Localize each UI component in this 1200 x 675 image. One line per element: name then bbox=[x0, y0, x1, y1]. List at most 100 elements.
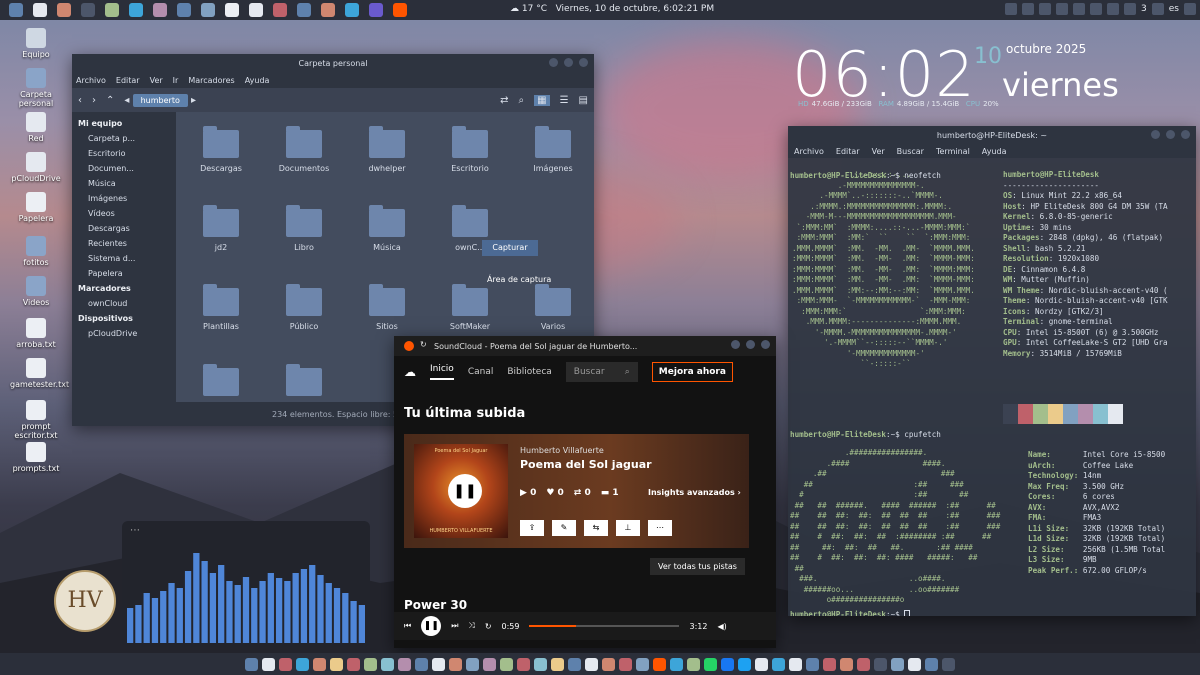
close-button[interactable] bbox=[1181, 130, 1190, 139]
taskbar-app-icon[interactable] bbox=[296, 657, 309, 671]
path-bar[interactable]: ◂ humberto ▸ bbox=[124, 93, 196, 107]
terminal-titlebar[interactable]: humberto@HP-EliteDesk: ~ bbox=[788, 126, 1196, 144]
tab-inicio[interactable]: Inicio bbox=[430, 364, 454, 380]
next-icon[interactable]: ⏭ bbox=[451, 621, 458, 631]
desktop-icon-equipo[interactable]: Equipo bbox=[10, 28, 62, 59]
taskbar-app-icon[interactable] bbox=[721, 657, 734, 671]
desktop-icon-fotitos[interactable]: fotitos bbox=[10, 236, 62, 267]
soundcloud-logo-icon[interactable]: ☁ bbox=[404, 365, 416, 379]
forward-icon[interactable]: › bbox=[92, 95, 96, 106]
desktop-icon-prompt-escritor[interactable]: prompt escritor.txt bbox=[10, 400, 62, 440]
menu-archivo[interactable]: Archivo bbox=[794, 147, 824, 156]
taskbar-app-icon[interactable] bbox=[245, 657, 258, 671]
app-icon[interactable] bbox=[201, 3, 215, 17]
track-artwork[interactable]: Poema del Sol Jaguar ❚❚ HUMBERTO VILLAFU… bbox=[414, 444, 508, 538]
browser-icon[interactable] bbox=[57, 3, 71, 17]
taskbar-app-icon[interactable] bbox=[619, 657, 632, 671]
sidebar-item-imagenes[interactable]: Imágenes bbox=[72, 191, 176, 206]
compact-view-icon[interactable]: ▤ bbox=[579, 95, 588, 106]
terminal-icon[interactable] bbox=[81, 3, 95, 17]
app-icon[interactable] bbox=[321, 3, 335, 17]
gemini-icon[interactable] bbox=[177, 3, 191, 17]
sidebar-item-papelera[interactable]: Papelera bbox=[72, 266, 176, 281]
menu-ir[interactable]: Ir bbox=[173, 76, 179, 85]
tab-biblioteca[interactable]: Biblioteca bbox=[507, 367, 551, 377]
folder-varios[interactable]: Varios bbox=[518, 284, 588, 331]
power-icon[interactable] bbox=[1184, 3, 1196, 15]
pause-button[interactable]: ❚❚ bbox=[448, 474, 482, 508]
sidebar-item-descargas[interactable]: Descargas bbox=[72, 221, 176, 236]
desktop-icon-videos[interactable]: Videos bbox=[10, 276, 62, 307]
toggle-location-icon[interactable]: ⇄ bbox=[500, 95, 508, 106]
volume-icon[interactable] bbox=[1124, 3, 1137, 15]
taskbar-app-icon[interactable] bbox=[653, 657, 666, 671]
repeat-icon[interactable]: ↻ bbox=[485, 622, 492, 631]
taskbar-app-icon[interactable] bbox=[347, 657, 360, 671]
desktop-icon-home[interactable]: Carpeta personal bbox=[10, 68, 62, 108]
taskbar-app-icon[interactable] bbox=[738, 657, 751, 671]
path-home[interactable]: humberto bbox=[132, 93, 188, 107]
taskbar-app-icon[interactable] bbox=[517, 657, 530, 671]
taskbar-app-icon[interactable] bbox=[857, 657, 870, 671]
shield-icon[interactable] bbox=[1090, 3, 1103, 15]
desktop-icon-papelera[interactable]: Papelera bbox=[10, 192, 62, 223]
menu-terminal[interactable]: Terminal bbox=[936, 147, 970, 156]
sidebar-item-sistema[interactable]: Sistema d... bbox=[72, 251, 176, 266]
copilot-icon[interactable] bbox=[153, 3, 167, 17]
upgrade-button[interactable]: Mejora ahora bbox=[651, 362, 733, 382]
taskbar-app-icon[interactable] bbox=[483, 657, 496, 671]
taskbar-app-icon[interactable] bbox=[279, 657, 292, 671]
app-icon[interactable] bbox=[249, 3, 263, 17]
menu-editar[interactable]: Editar bbox=[836, 147, 860, 156]
taskbar-app-icon[interactable] bbox=[823, 657, 836, 671]
taskbar-app-icon[interactable] bbox=[670, 657, 683, 671]
minimize-button[interactable] bbox=[1151, 130, 1160, 139]
taskbar-app-icon[interactable] bbox=[398, 657, 411, 671]
sidebar-section-dispositivos[interactable]: Dispositivos bbox=[72, 311, 176, 326]
folder-sitios[interactable]: Sitios bbox=[352, 284, 422, 331]
sidebar-item-musica[interactable]: Música bbox=[72, 176, 176, 191]
sidebar-item-escritorio[interactable]: Escritorio bbox=[72, 146, 176, 161]
artist-link[interactable]: Humberto Villafuerte bbox=[520, 446, 604, 455]
taskbar-app-icon[interactable] bbox=[534, 657, 547, 671]
close-button[interactable] bbox=[579, 58, 588, 67]
taskbar-app-icon[interactable] bbox=[772, 657, 785, 671]
search-icon[interactable]: ⌕ bbox=[519, 95, 525, 106]
progress-bar[interactable] bbox=[529, 625, 680, 627]
folder-jd2[interactable]: jd2 bbox=[186, 205, 256, 252]
menu-editar[interactable]: Editar bbox=[116, 76, 140, 85]
folder-video-partial[interactable] bbox=[186, 364, 256, 402]
app-icon[interactable] bbox=[369, 3, 383, 17]
sc-search-input[interactable]: Buscar ⌕ bbox=[565, 362, 638, 382]
taskbar-app-icon[interactable] bbox=[874, 657, 887, 671]
taskbar-app-icon[interactable] bbox=[449, 657, 462, 671]
folder-publico[interactable]: Público bbox=[269, 284, 339, 331]
taskbar-app-icon[interactable] bbox=[432, 657, 445, 671]
desktop-icon-prompts[interactable]: prompts.txt bbox=[10, 442, 62, 473]
telegram-icon[interactable] bbox=[345, 3, 359, 17]
fm-titlebar[interactable]: Carpeta personal bbox=[72, 54, 594, 72]
taskbar-app-icon[interactable] bbox=[687, 657, 700, 671]
repost-icon[interactable]: ⇆ bbox=[584, 520, 608, 536]
app-icon[interactable] bbox=[297, 3, 311, 17]
taskbar-app-icon[interactable] bbox=[466, 657, 479, 671]
share-icon[interactable]: ⇪ bbox=[520, 520, 544, 536]
taskbar-app-icon[interactable] bbox=[704, 657, 717, 671]
menu-ayuda[interactable]: Ayuda bbox=[245, 76, 270, 85]
sidebar-item-videos[interactable]: Vídeos bbox=[72, 206, 176, 221]
taskbar-app-icon[interactable] bbox=[364, 657, 377, 671]
taskbar-app-icon[interactable] bbox=[568, 657, 581, 671]
promote-icon[interactable]: ⊥ bbox=[616, 520, 640, 536]
desktop-icon-red[interactable]: Red bbox=[10, 112, 62, 143]
menu-ayuda[interactable]: Ayuda bbox=[982, 147, 1007, 156]
sidebar-item-recientes[interactable]: Recientes bbox=[72, 236, 176, 251]
menu-ver[interactable]: Ver bbox=[872, 147, 885, 156]
cloud-icon[interactable] bbox=[1056, 3, 1069, 15]
files-icon[interactable] bbox=[33, 3, 47, 17]
update-icon[interactable] bbox=[1073, 3, 1086, 15]
folder-libro[interactable]: Libro bbox=[269, 205, 339, 252]
maximize-button[interactable] bbox=[1166, 130, 1175, 139]
sidebar-section-marcadores[interactable]: Marcadores bbox=[72, 281, 176, 296]
sc-titlebar[interactable]: ↻ SoundCloud - Poema del Sol jaguar de H… bbox=[394, 336, 776, 356]
desktop-icon-arroba[interactable]: arroba.txt bbox=[10, 318, 62, 349]
